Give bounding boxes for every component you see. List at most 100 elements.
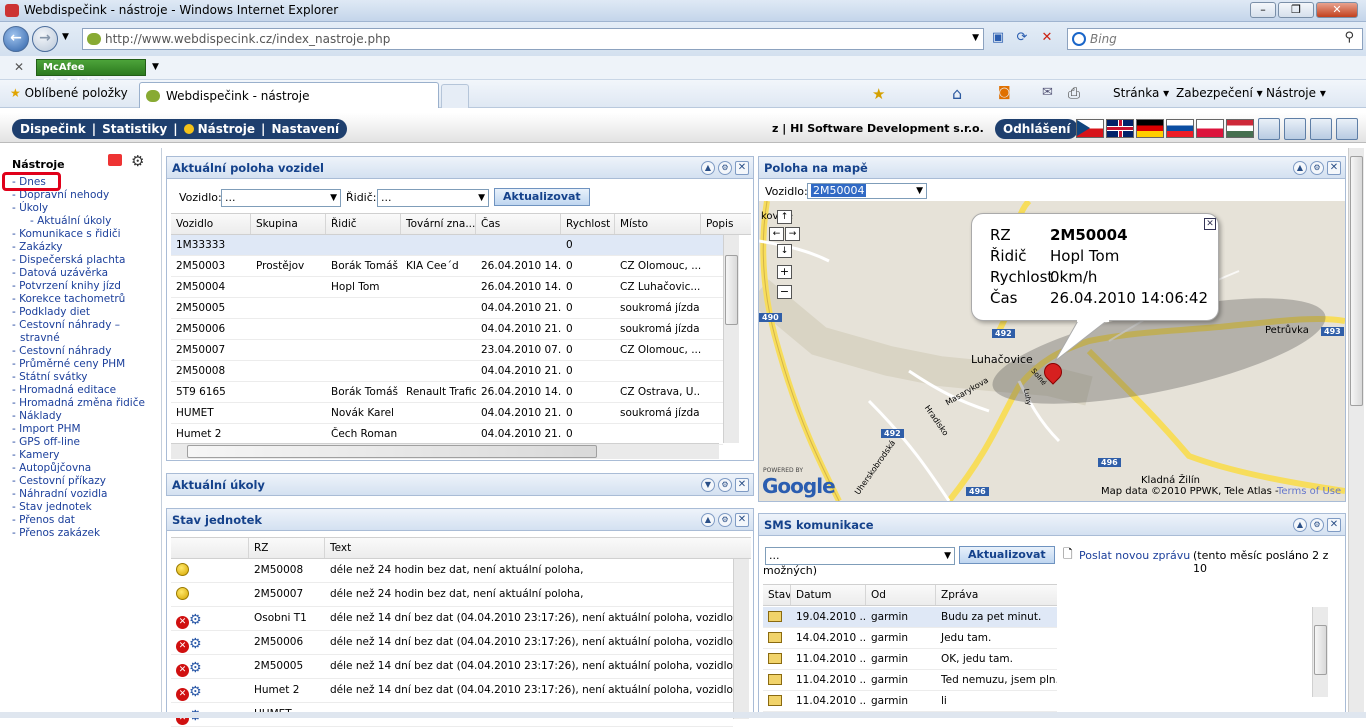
sidebar-item-korekce-tachometru[interactable]: - Korekce tachometrů bbox=[12, 293, 160, 306]
sms-row[interactable]: 11.04.2010 ... garmin OK, jedu tam. bbox=[763, 649, 1057, 670]
sms-row[interactable]: 14.04.2010 ... garmin Jedu tam. bbox=[763, 628, 1057, 649]
panel-settings-icon[interactable]: ⚙ bbox=[718, 513, 732, 527]
recent-pages-dropdown-icon[interactable]: ▼ bbox=[62, 32, 69, 42]
gear-icon[interactable]: ⚙ bbox=[189, 637, 203, 652]
vehicles-update-button[interactable]: Aktualizovat bbox=[494, 188, 590, 206]
panel-close-icon[interactable]: ✕ bbox=[1327, 161, 1341, 175]
unit-row[interactable]: ✕ ⚙ 2M50006 déle než 14 dní bez dat (04.04.… bbox=[171, 631, 733, 655]
unit-row[interactable]: ✕ ⚙ 2M50005 déle než 14 dní bez dat (04.04.… bbox=[171, 655, 733, 679]
vehicle-row[interactable]: 1M33333 0 bbox=[171, 235, 723, 256]
page-menu[interactable]: Stránka ▾ bbox=[1113, 86, 1169, 100]
col-rz[interactable]: RZ bbox=[249, 538, 325, 558]
vehicles-vertical-scrollbar[interactable] bbox=[723, 235, 739, 443]
col-od[interactable]: Od bbox=[866, 585, 936, 605]
vehicle-row[interactable]: 2M50004 Hopl Tom 26.04.2010 14... 0 CZ Luhač… bbox=[171, 277, 723, 298]
sidebar-item-prumerne-ceny[interactable]: - Průměrné ceny PHM bbox=[12, 358, 160, 371]
sidebar-item-stravne[interactable]: stravné bbox=[12, 332, 160, 345]
timer-icon[interactable] bbox=[1310, 118, 1332, 140]
zoom-in-icon[interactable]: + bbox=[777, 265, 792, 279]
collapse-icon[interactable]: ▲ bbox=[701, 513, 715, 527]
document-icon[interactable] bbox=[1336, 118, 1358, 140]
sidebar-item-autopujcovna[interactable]: - Autopůjčovna bbox=[12, 462, 160, 475]
vozidlo-select[interactable]: ... ▼ bbox=[221, 189, 341, 207]
panel-settings-icon[interactable]: ⚙ bbox=[718, 161, 732, 175]
unit-row[interactable]: 2M50007 déle než 24 hodin bez dat, není a… bbox=[171, 583, 733, 607]
page-vertical-scrollbar[interactable] bbox=[1348, 148, 1364, 712]
unit-row[interactable]: ✕ ⚙ Humet 2 déle než 14 dní bez dat (04.04.… bbox=[171, 679, 733, 703]
feeds-icon[interactable]: ◙ bbox=[998, 85, 1011, 100]
ridic-select[interactable]: ... ▼ bbox=[377, 189, 489, 207]
panel-close-icon[interactable]: ✕ bbox=[735, 513, 749, 527]
settings-gear-icon[interactable]: ⚙ bbox=[131, 152, 144, 170]
sidebar-item-potvrzeni-knihy[interactable]: - Potvrzení knihy jízd bbox=[12, 280, 160, 293]
sidebar-item-komunikace[interactable]: - Komunikace s řidiči bbox=[12, 228, 160, 241]
sms-row[interactable]: 19.04.2010 ... garmin Budu za pet minut. bbox=[763, 607, 1057, 628]
sidebar-item-statni-svatky[interactable]: - Státní svátky bbox=[12, 371, 160, 384]
close-window-button[interactable]: ✕ bbox=[1316, 2, 1358, 18]
remove-icon[interactable] bbox=[108, 154, 122, 166]
nav-nastroje[interactable]: Nástroje bbox=[198, 122, 255, 136]
col-vozidlo[interactable]: Vozidlo bbox=[171, 214, 251, 234]
sidebar-item-cestovni-prikazy[interactable]: - Cestovní příkazy bbox=[12, 475, 160, 488]
col-stav[interactable]: Stav bbox=[763, 585, 791, 605]
col-skupina[interactable]: Skupina bbox=[251, 214, 326, 234]
col-misto[interactable]: Místo bbox=[615, 214, 701, 234]
zoom-out-icon[interactable]: − bbox=[777, 285, 792, 299]
sms-vertical-scrollbar[interactable] bbox=[1312, 607, 1328, 697]
panel-close-icon[interactable]: ✕ bbox=[1327, 518, 1341, 532]
col-datum[interactable]: Datum bbox=[791, 585, 866, 605]
unit-row[interactable]: ✕ ⚙ Osobni T1 déle než 14 dní bez dat (04.0… bbox=[171, 607, 733, 631]
col-zprava[interactable]: Zpráva bbox=[936, 585, 1057, 605]
sidebar-item-gps-offline[interactable]: - GPS off-line bbox=[12, 436, 160, 449]
col-tovarni-znacka[interactable]: Tovární zna... bbox=[401, 214, 476, 234]
export-icon[interactable] bbox=[1258, 118, 1280, 140]
map-vozidlo-select[interactable]: 2M50004 ▼ bbox=[807, 183, 927, 199]
collapse-icon[interactable]: ▲ bbox=[701, 161, 715, 175]
sidebar-item-nahradni-vozidla[interactable]: - Náhradní vozidla bbox=[12, 488, 160, 501]
home-icon[interactable]: ⌂ bbox=[952, 84, 962, 103]
address-bar[interactable]: http://www.webdispecink.cz/index_nastroj… bbox=[82, 28, 984, 50]
sidebar-item-cestovni-nahrady-stravne[interactable]: - Cestovní náhrady – bbox=[12, 319, 160, 332]
search-icon[interactable]: ⚲ bbox=[1344, 30, 1354, 45]
pan-up-icon[interactable]: ↑ bbox=[777, 210, 792, 224]
favorites-button[interactable]: ★ Oblíbené položky bbox=[10, 86, 128, 100]
cube-icon[interactable] bbox=[1284, 118, 1306, 140]
col-rychlost[interactable]: Rychlost bbox=[561, 214, 615, 234]
sms-recipient-select[interactable]: ... ▼ bbox=[765, 547, 955, 565]
panel-settings-icon[interactable]: ⚙ bbox=[1310, 518, 1324, 532]
nav-statistiky[interactable]: Statistiky bbox=[102, 122, 167, 136]
stop-icon[interactable]: ✕ bbox=[1036, 28, 1058, 50]
sidebar-item-naklady[interactable]: - Náklady bbox=[12, 410, 160, 423]
sidebar-item-dispecerska-plachta[interactable]: - Dispečerská plachta bbox=[12, 254, 160, 267]
vehicle-row[interactable]: 2M50006 04.04.2010 21... 0 soukromá jízda bbox=[171, 319, 723, 340]
vehicle-row[interactable]: 2M50007 23.04.2010 07... 0 CZ Olomouc, ... bbox=[171, 340, 723, 361]
security-menu[interactable]: Zabezpečení ▾ bbox=[1176, 86, 1263, 100]
flag-de-icon[interactable] bbox=[1136, 119, 1164, 138]
sms-row[interactable]: 11.04.2010 ... garmin li bbox=[763, 691, 1057, 712]
sidebar-item-podklady-diet[interactable]: - Podklady diet bbox=[12, 306, 160, 319]
sidebar-item-datova-uzaverka[interactable]: - Datová uzávěrka bbox=[12, 267, 160, 280]
collapse-icon[interactable]: ▲ bbox=[1293, 518, 1307, 532]
pan-left-icon[interactable]: ← bbox=[769, 227, 784, 241]
address-dropdown-icon[interactable]: ▼ bbox=[972, 33, 979, 43]
unit-row[interactable]: 2M50008 déle než 24 hodin bez dat, není a… bbox=[171, 559, 733, 583]
pan-right-icon[interactable]: → bbox=[785, 227, 800, 241]
sms-row[interactable]: 11.04.2010 ... garmin Ted nemuzu, jsem pln… bbox=[763, 670, 1057, 691]
sidebar-item-kamery[interactable]: - Kamery bbox=[12, 449, 160, 462]
vehicle-row[interactable]: Humet 2 Čech Roman 04.04.2010 21... 0 bbox=[171, 424, 723, 445]
col-cas[interactable]: Čas bbox=[476, 214, 561, 234]
flag-uk-icon[interactable] bbox=[1106, 119, 1134, 138]
sidebar-item-zakazky[interactable]: - Zakázky bbox=[12, 241, 160, 254]
scroll-thumb[interactable] bbox=[1314, 625, 1327, 675]
logout-button[interactable]: Odhlášení bbox=[995, 119, 1079, 139]
add-favorites-icon[interactable]: ★ bbox=[872, 85, 885, 103]
sidebar-item-hromadna-zmena[interactable]: - Hromadná změna řidiče bbox=[12, 397, 160, 410]
nav-nastaveni[interactable]: Nastavení bbox=[271, 122, 339, 136]
sidebar-item-prenos-zakazek[interactable]: - Přenos zakázek bbox=[12, 527, 160, 540]
flag-cz-icon[interactable] bbox=[1076, 119, 1104, 138]
pan-down-icon[interactable]: ↓ bbox=[777, 244, 792, 258]
panel-settings-icon[interactable]: ⚙ bbox=[1310, 161, 1324, 175]
gear-icon[interactable]: ⚙ bbox=[189, 685, 203, 700]
sidebar-item-ukoly[interactable]: - Úkoly bbox=[12, 202, 160, 215]
maximize-button[interactable]: ❐ bbox=[1278, 2, 1314, 18]
